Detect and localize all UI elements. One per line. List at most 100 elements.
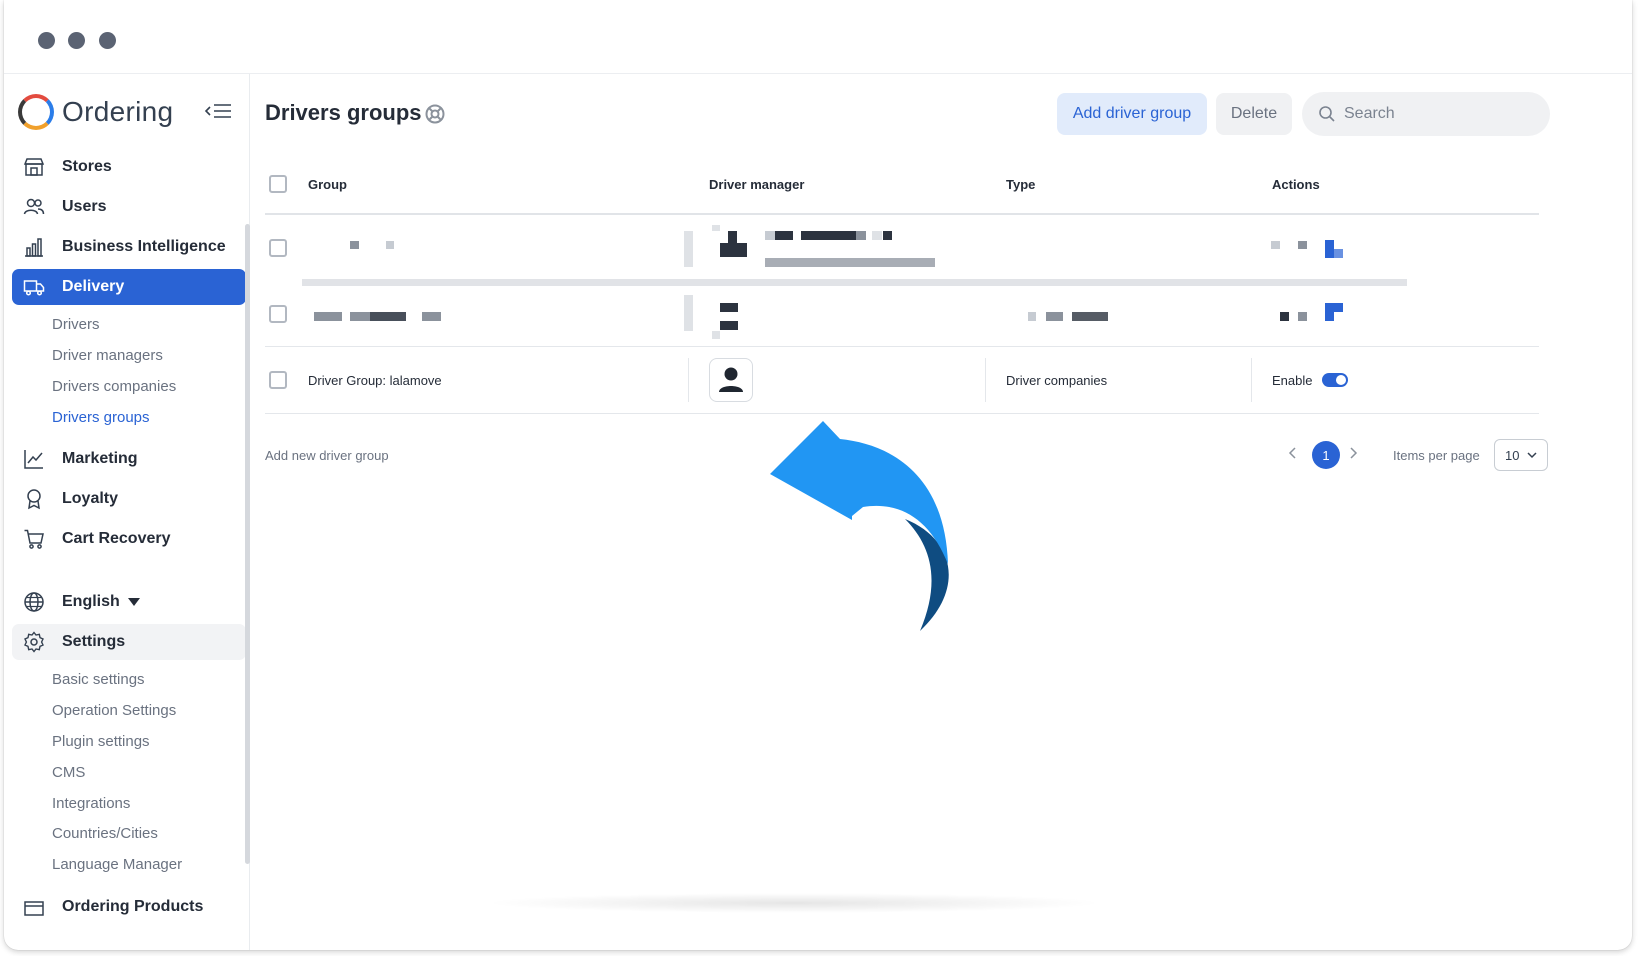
chevron-down-icon — [1527, 451, 1537, 459]
redacted-text — [386, 241, 394, 249]
sidebar-item-label: Marketing — [62, 450, 138, 467]
sidebar-subitem-countries-cities[interactable]: Countries/Cities — [52, 825, 158, 842]
header-divider — [265, 213, 1539, 215]
language-label: English — [62, 593, 120, 610]
cart-icon — [22, 527, 46, 551]
app-window: Ordering Stores Users Business Intellige… — [4, 0, 1632, 950]
sidebar-item-business-intelligence[interactable]: Business Intelligence — [12, 229, 246, 265]
sidebar-item-stores[interactable]: Stores — [12, 149, 246, 185]
sidebar-subitem-basic-settings[interactable]: Basic settings — [52, 671, 145, 688]
row-checkbox[interactable] — [269, 239, 287, 257]
row-checkbox[interactable] — [269, 371, 287, 389]
redacted-action — [1298, 312, 1307, 321]
sidebar-item-label: Ordering Products — [62, 898, 204, 915]
add-new-driver-group-link[interactable]: Add new driver group — [265, 448, 389, 463]
row-divider — [265, 413, 1539, 414]
group-name[interactable]: Driver Group: lalamove — [308, 373, 442, 388]
redacted-text — [872, 231, 882, 240]
sidebar-subitem-driver-managers[interactable]: Driver managers — [52, 347, 163, 364]
redacted-text — [883, 231, 892, 240]
window-minimize-button[interactable] — [68, 32, 85, 49]
driver-manager-avatar[interactable] — [709, 358, 753, 402]
sidebar-subitem-plugin-settings[interactable]: Plugin settings — [52, 733, 150, 750]
redacted-avatar — [712, 331, 720, 339]
redacted-text — [775, 231, 793, 240]
redacted-toggle — [1334, 249, 1343, 258]
chevron-left-icon — [1288, 447, 1296, 459]
column-header-driver-manager[interactable]: Driver manager — [709, 177, 804, 192]
items-per-page-label: Items per page — [1393, 448, 1480, 463]
enable-label: Enable — [1272, 373, 1313, 388]
globe-icon — [22, 590, 46, 614]
redacted-text — [1028, 312, 1036, 321]
redacted-text — [765, 231, 775, 240]
sidebar-item-cart-recovery[interactable]: Cart Recovery — [12, 521, 246, 557]
bottom-shadow — [484, 893, 1104, 913]
sidebar-subitem-cms[interactable]: CMS — [52, 764, 85, 781]
title-bar — [4, 0, 1632, 74]
column-header-group[interactable]: Group — [308, 177, 347, 192]
redacted-text — [314, 312, 342, 321]
redacted-action — [1280, 312, 1289, 321]
sidebar-subitem-operation-settings[interactable]: Operation Settings — [52, 702, 176, 719]
store-icon — [22, 155, 46, 179]
caret-down-icon — [127, 593, 140, 611]
sidebar-item-settings[interactable]: Settings — [12, 624, 246, 660]
redacted-action — [1298, 241, 1307, 249]
column-header-type[interactable]: Type — [1006, 177, 1035, 192]
sidebar-item-label: Stores — [62, 158, 112, 175]
redacted-text — [422, 312, 441, 321]
previous-page-button[interactable] — [1288, 446, 1298, 465]
brand-logo[interactable]: Ordering — [18, 92, 173, 132]
redacted-toggle — [1325, 303, 1343, 312]
enable-toggle[interactable] — [1322, 373, 1348, 387]
sidebar-item-label: Cart Recovery — [62, 530, 171, 547]
gear-icon — [22, 630, 46, 654]
search-box[interactable] — [1302, 92, 1550, 136]
select-all-checkbox[interactable] — [269, 175, 287, 193]
window-close-button[interactable] — [38, 32, 55, 49]
column-divider — [985, 358, 986, 402]
sidebar-item-marketing[interactable]: Marketing — [12, 441, 246, 477]
items-per-page-select[interactable]: 10 — [1494, 439, 1548, 471]
row-divider — [265, 346, 1539, 347]
main-content: Drivers groups Add driver group Delete G… — [250, 74, 1632, 950]
sidebar-subitem-drivers[interactable]: Drivers — [52, 316, 100, 333]
collapse-sidebar-button[interactable] — [204, 98, 234, 124]
page-number-button[interactable]: 1 — [1312, 441, 1340, 469]
sidebar-item-users[interactable]: Users — [12, 189, 246, 225]
sidebar-subitem-integrations[interactable]: Integrations — [52, 795, 130, 812]
delete-button[interactable]: Delete — [1216, 93, 1292, 135]
box-icon — [22, 895, 46, 919]
ordering-logo-icon — [18, 94, 54, 130]
award-icon — [22, 487, 46, 511]
column-divider — [1251, 358, 1252, 402]
redacted-divider — [684, 295, 693, 331]
redacted-avatar — [720, 321, 738, 330]
sidebar-subitem-drivers-companies[interactable]: Drivers companies — [52, 378, 176, 395]
redacted-divider — [684, 231, 693, 267]
sidebar-item-delivery[interactable]: Delivery — [12, 269, 246, 305]
language-selector[interactable]: English — [12, 584, 246, 620]
search-icon — [1318, 105, 1336, 123]
sidebar-item-label: Settings — [62, 633, 126, 650]
row-scrollbar[interactable] — [302, 279, 1407, 286]
help-icon[interactable] — [425, 104, 445, 124]
redacted-text — [765, 258, 935, 267]
window-maximize-button[interactable] — [99, 32, 116, 49]
column-divider — [688, 358, 689, 402]
items-per-page-value: 10 — [1505, 447, 1520, 463]
row-checkbox[interactable] — [269, 305, 287, 323]
sidebar-item-loyalty[interactable]: Loyalty — [12, 481, 246, 517]
redacted-avatar — [720, 243, 747, 257]
pointer-arrow-annotation — [770, 421, 949, 631]
column-header-actions[interactable]: Actions — [1272, 177, 1320, 192]
line-chart-icon — [22, 447, 46, 471]
next-page-button[interactable] — [1348, 446, 1358, 465]
sidebar-subitem-drivers-groups[interactable]: Drivers groups — [52, 409, 150, 426]
sidebar-item-ordering-products[interactable]: Ordering Products — [12, 889, 246, 925]
add-driver-group-button[interactable]: Add driver group — [1057, 93, 1207, 135]
search-input[interactable] — [1344, 105, 1524, 123]
collapse-menu-icon — [204, 104, 231, 118]
sidebar-subitem-language-manager[interactable]: Language Manager — [52, 856, 182, 873]
